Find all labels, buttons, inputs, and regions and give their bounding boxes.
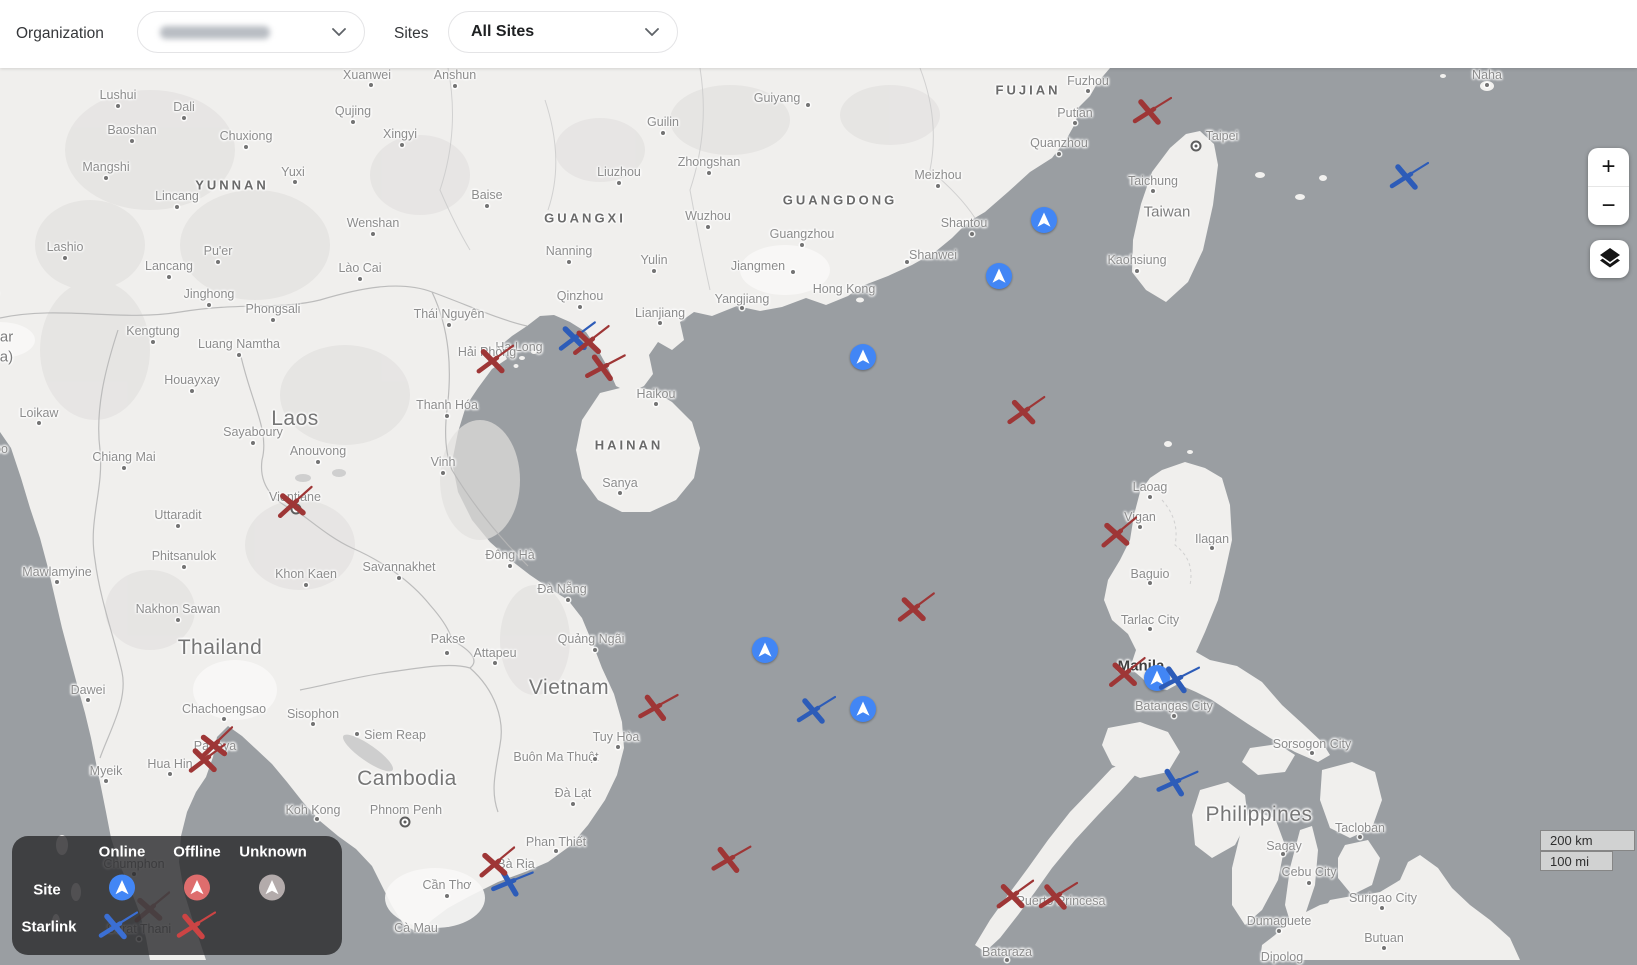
site-marker-online[interactable]: [752, 637, 778, 663]
legend-site-offline-icon: [184, 875, 210, 906]
legend-site-unknown-icon: [259, 875, 285, 906]
top-bar: Organization Sites All Sites: [0, 0, 1637, 68]
organization-label: Organization: [16, 25, 104, 43]
legend-col-unknown: Unknown: [239, 844, 307, 861]
starlink-marker-online[interactable]: [796, 694, 836, 724]
starlink-marker-online[interactable]: [1389, 160, 1429, 190]
scale-mi: 100 mi: [1540, 851, 1613, 871]
organization-dropdown[interactable]: [137, 11, 365, 53]
legend-col-offline: Offline: [173, 844, 221, 861]
starlink-marker-offline[interactable]: [994, 878, 1036, 911]
legend-col-online: Online: [99, 844, 146, 861]
starlink-marker-offline[interactable]: [186, 741, 228, 774]
starlink-marker-offline[interactable]: [475, 844, 519, 879]
starlink-marker-online[interactable]: [1158, 661, 1200, 694]
legend-row-site: Site: [33, 882, 61, 899]
starlink-marker-offline[interactable]: [1005, 394, 1047, 426]
zoom-out-button[interactable]: −: [1588, 187, 1629, 225]
legend-site-online-icon: [109, 875, 135, 906]
legend-row-starlink: Starlink: [21, 919, 76, 936]
zoom-in-button[interactable]: +: [1588, 148, 1629, 186]
sites-label: Sites: [394, 25, 428, 43]
layers-icon: [1598, 245, 1622, 274]
starlink-marker-online[interactable]: [1155, 763, 1199, 798]
starlink-marker-offline[interactable]: [710, 842, 751, 873]
chevron-down-icon: [645, 23, 659, 41]
legend-starlink-offline-icon: [176, 910, 216, 945]
starlink-marker-offline[interactable]: [1132, 95, 1172, 125]
map-canvas[interactable]: [0, 68, 1637, 960]
starlink-marker-offline[interactable]: [1097, 514, 1141, 549]
layers-button[interactable]: [1590, 240, 1629, 278]
starlink-marker-offline[interactable]: [637, 690, 679, 722]
site-marker-online[interactable]: [850, 696, 876, 722]
map-base-svg: [0, 68, 1637, 960]
legend-starlink-online-icon: [98, 910, 138, 945]
starlink-marker-offline[interactable]: [584, 350, 626, 383]
zoom-controls: + −: [1588, 148, 1629, 225]
starlink-marker-offline[interactable]: [1038, 880, 1078, 910]
chevron-down-icon: [332, 23, 346, 41]
scale-km: 200 km: [1540, 830, 1635, 851]
site-marker-online[interactable]: [986, 263, 1012, 289]
site-marker-online[interactable]: [1031, 207, 1057, 233]
sites-dropdown-value: All Sites: [471, 23, 534, 41]
legend: Online Offline Unknown Site Starlink: [12, 836, 342, 955]
organization-value-redacted: [160, 26, 270, 39]
starlink-marker-offline[interactable]: [895, 590, 937, 623]
starlink-marker-offline[interactable]: [1106, 655, 1149, 689]
starlink-marker-offline[interactable]: [474, 343, 516, 376]
sites-dropdown[interactable]: All Sites: [448, 11, 678, 53]
site-marker-online[interactable]: [850, 344, 876, 370]
